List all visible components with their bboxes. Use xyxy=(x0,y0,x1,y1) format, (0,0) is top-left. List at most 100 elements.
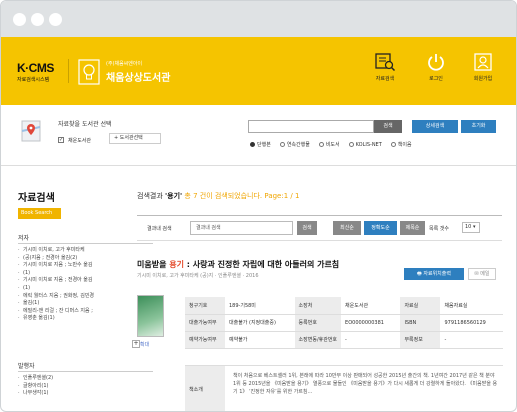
window-control-dot[interactable] xyxy=(31,13,44,26)
library-checkbox-label[interactable]: 채운도서관 xyxy=(68,137,91,144)
author-facet-list: 기시미 이치로, 고가 후미타케 (공)지음 ; 전경아 옮김(2) 기시미 이… xyxy=(18,247,143,323)
header-divider xyxy=(68,59,69,83)
search-input[interactable] xyxy=(248,120,374,133)
window-control-dot[interactable] xyxy=(49,13,62,26)
radio-kolisnet[interactable]: KOLIS-NET xyxy=(348,141,382,148)
table-cell: 소장변동/휴관번호 xyxy=(294,331,342,349)
table-cell: 189-기58미 xyxy=(225,297,295,315)
book-title-prefix: 미움받을 xyxy=(137,260,167,269)
book-search-icon xyxy=(375,53,396,72)
library-name[interactable]: 채움상상도서관 xyxy=(106,69,170,84)
print-location-button[interactable]: 🖶 자료위치출력 xyxy=(404,268,464,280)
facet-item[interactable]: 나무생각(1) xyxy=(18,390,143,398)
divider xyxy=(18,371,153,372)
table-cell: 등록번호 xyxy=(294,314,342,332)
kcms-logo[interactable]: K·CMS 자료검색시스템 xyxy=(17,61,54,83)
library-selector-title: 자료찾을 도서관 선택 xyxy=(58,121,112,128)
book-title[interactable]: 미움받을 용기 : 사랑과 진정한 자립에 대한 아들러의 가르침 xyxy=(137,259,339,270)
table-cell: EO0000000381 xyxy=(341,314,401,332)
result-page: Page:1 / 1 xyxy=(264,192,300,200)
radio-monograph[interactable]: 단행본 xyxy=(250,141,271,148)
site-header: K·CMS 자료검색시스템 (주)채움씨엔아이 채움상상도서관 자료검색 로그인… xyxy=(1,37,516,105)
table-cell: 자료실 xyxy=(400,297,441,315)
book-cover[interactable] xyxy=(137,295,164,337)
add-library-button[interactable]: + 도서관선택 xyxy=(109,133,161,144)
facet-item[interactable]: 유영춘 옮김(1) xyxy=(18,315,143,323)
result-prefix: 검색결과 xyxy=(137,192,163,200)
sort-title-button[interactable]: 제목순 xyxy=(400,221,425,235)
facet-author-heading: 저자 xyxy=(18,235,30,242)
facet-publisher-heading: 발행자 xyxy=(18,363,35,370)
divider xyxy=(1,165,516,166)
nav-label: 회원가입 xyxy=(473,76,493,82)
facet-item[interactable]: 기시미 이치로, 고가 후미타케 xyxy=(18,247,143,255)
within-search-label: 결과내 검색 xyxy=(147,226,172,232)
cover-zoom-link[interactable]: 확대 xyxy=(140,341,149,348)
table-cell: - xyxy=(440,331,503,349)
radio-chaeum[interactable]: 책이음 xyxy=(390,141,412,148)
table-cell: 예약불가 xyxy=(225,331,295,349)
library-checkbox[interactable]: ✓ xyxy=(58,137,64,143)
nav-login[interactable]: 로그인 xyxy=(416,52,456,82)
sidebar-badge: Book Search xyxy=(18,208,61,219)
window-titlebar xyxy=(1,1,516,37)
radio-nonbook[interactable]: 비도서 xyxy=(318,141,340,148)
facet-item[interactable]: 인플루엔셜(2) xyxy=(18,375,143,383)
mail-button[interactable]: ✉ 메일 xyxy=(468,268,496,280)
facet-item[interactable]: 기시미 이치로 지음 ; 노만수 옮김 xyxy=(18,262,143,270)
divider xyxy=(18,243,153,244)
sort-accuracy-button[interactable]: 정확도순 xyxy=(364,221,397,235)
book-description: 책소개 책이 처음으로 베스트셀러 1위, 본래에 따라 10만부 이상 판매되… xyxy=(185,365,503,411)
map-pin-icon xyxy=(21,120,41,142)
logo-title: K·CMS xyxy=(17,61,54,75)
table-cell: 채움자료실 xyxy=(440,297,503,315)
book-detail-table: 청구기호 189-기58미 소장처 채운도서관 자료실 채움자료실 대출가능여부… xyxy=(185,297,503,349)
result-keyword: '용기' xyxy=(165,192,183,200)
table-cell: 9791186560129 xyxy=(440,314,503,332)
browser-window: K·CMS 자료검색시스템 (주)채움씨엔아이 채움상상도서관 자료검색 로그인… xyxy=(0,0,517,412)
nav-label: 자료검색 xyxy=(375,76,395,82)
per-page-select[interactable]: 10 ▾ xyxy=(462,222,480,233)
table-row: 대출가능여부 대출불가 (지정대출중) 등록번호 EO0000000381 IS… xyxy=(185,314,503,332)
facet-item[interactable]: 기시미 이치로 지음 ; 전경아 옮김 xyxy=(18,277,143,285)
per-page-label: 목록 갯수 xyxy=(429,226,449,232)
facet-item[interactable]: (1) xyxy=(18,285,143,293)
publisher-facet-list: 인플루엔셜(2) 글항아리(1) 나무생각(1) xyxy=(18,375,143,398)
nav-book-search[interactable]: 자료검색 xyxy=(365,52,405,82)
sidebar-title: 자료검색 xyxy=(18,193,55,204)
expand-facet-button[interactable]: + xyxy=(132,340,140,348)
table-cell: ISBN xyxy=(400,314,441,332)
table-cell: 채운도서관 xyxy=(341,297,401,315)
nav-signup[interactable]: 회원가입 xyxy=(463,52,503,82)
sort-latest-button[interactable]: 최신순 xyxy=(333,221,361,235)
table-cell: 부록정보 xyxy=(400,331,441,349)
power-icon xyxy=(428,54,444,71)
book-title-rest: : 사랑과 진정한 자립에 대한 아들러의 가르침 xyxy=(186,260,340,269)
description-label: 책소개 xyxy=(185,366,225,411)
book-title-highlight: 용기 xyxy=(169,260,184,269)
facet-item[interactable]: 옮김(1) xyxy=(18,300,143,308)
result-count: 총 7 건이 검색되었습니다. xyxy=(184,192,263,200)
user-add-icon xyxy=(474,53,492,71)
table-row: 예약가능여부 예약불가 소장변동/휴관번호 - 부록정보 - xyxy=(185,331,503,349)
table-row: 청구기호 189-기58미 소장처 채운도서관 자료실 채움자료실 xyxy=(185,297,503,315)
within-search-button[interactable]: 검색 xyxy=(297,221,317,235)
book-meta: 기시미 이치로, 고가 후미타케 (공)지 · 인플루엔셜 · 2016 xyxy=(137,273,259,279)
table-cell: - xyxy=(341,331,401,349)
library-company: (주)채움씨엔아이 xyxy=(106,61,143,67)
table-cell: 대출불가 (지정대출중) xyxy=(225,314,295,332)
description-text: 책이 처음으로 베스트셀러 1위, 본래에 따라 10만부 이상 판매되어 성공… xyxy=(233,373,498,395)
table-cell: 청구기호 xyxy=(185,297,225,315)
advanced-search-button[interactable]: 상세검색 xyxy=(412,120,458,133)
search-button[interactable]: 검색 xyxy=(374,120,402,133)
reset-button[interactable]: 초기화 xyxy=(461,120,496,133)
window-control-dot[interactable] xyxy=(13,13,26,26)
table-cell: 예약가능여부 xyxy=(185,331,225,349)
result-summary: 검색결과 '용기' 총 7 건이 검색되었습니다. Page:1 / 1 xyxy=(137,191,299,201)
material-type-radios: 단행본 연속간행물 비도서 KOLIS-NET 책이음 xyxy=(250,141,412,148)
lightbulb-icon xyxy=(78,59,100,85)
logo-subtitle: 자료검색시스템 xyxy=(17,77,50,83)
within-search-input[interactable]: 결과내 검색 xyxy=(190,221,293,235)
table-cell: 대출가능여부 xyxy=(185,314,225,332)
radio-serial[interactable]: 연속간행물 xyxy=(279,141,310,148)
